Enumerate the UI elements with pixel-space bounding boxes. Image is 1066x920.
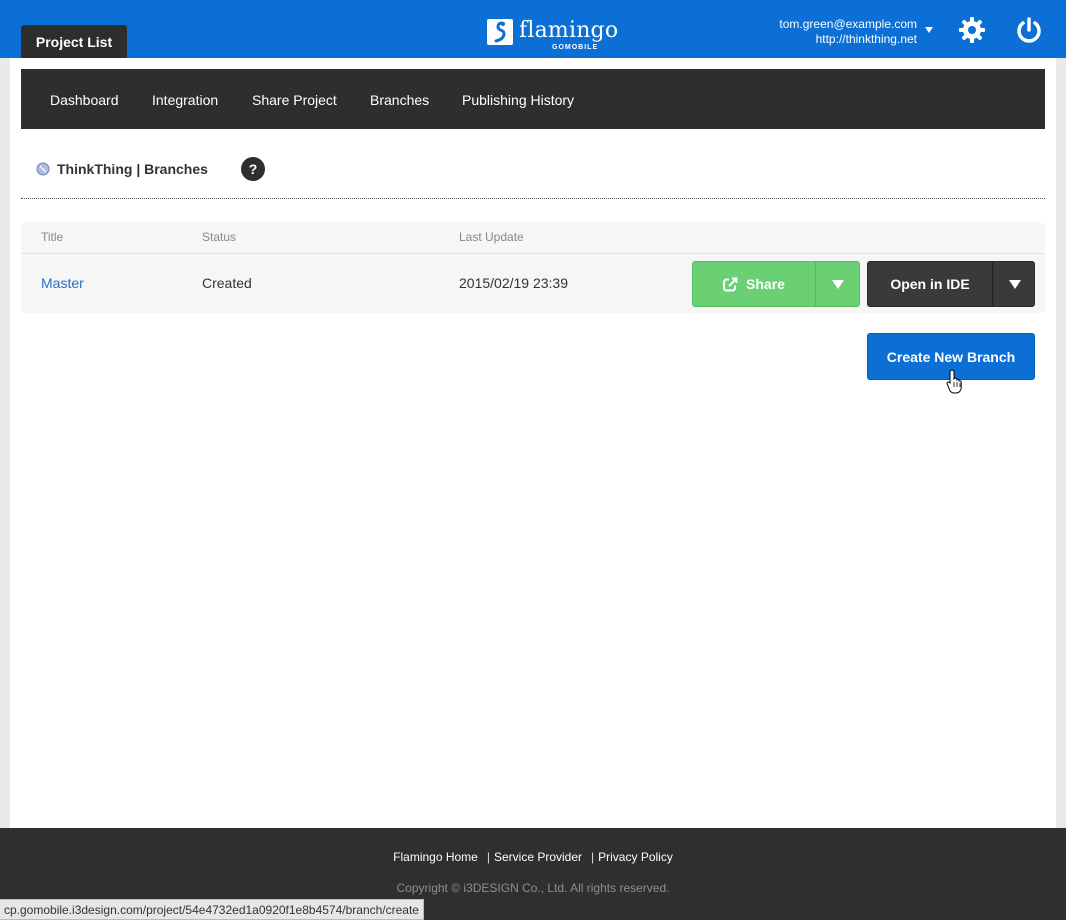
branch-title-link[interactable]: Master — [41, 275, 84, 291]
share-icon — [723, 277, 738, 291]
flamingo-logo[interactable]: flamingo GOMOBILE — [486, 14, 619, 56]
ide-dropdown-button[interactable] — [993, 262, 1036, 306]
subnav-dashboard[interactable]: Dashboard — [50, 69, 119, 129]
window-edge — [1056, 58, 1066, 828]
hand-cursor-icon — [946, 369, 962, 394]
account-menu[interactable]: tom.green@example.com http://thinkthing.… — [779, 17, 917, 47]
column-header-last-update[interactable]: Last Update — [459, 230, 524, 244]
open-in-ide-label: Open in IDE — [890, 276, 970, 292]
footer-separator: | — [486, 850, 490, 864]
table-header-divider — [21, 253, 1045, 254]
account-url: http://thinkthing.net — [815, 32, 917, 46]
power-icon — [1017, 17, 1041, 43]
logout-button[interactable] — [1015, 16, 1043, 44]
subnav-integration[interactable]: Integration — [152, 69, 218, 129]
column-header-title[interactable]: Title — [41, 230, 63, 244]
flamingo-logo-icon — [487, 19, 513, 45]
subnav-share-project[interactable]: Share Project — [252, 69, 337, 129]
gear-icon — [959, 17, 985, 43]
share-button[interactable]: Share — [693, 262, 815, 306]
caret-down-icon — [1008, 279, 1021, 289]
share-label: Share — [746, 276, 785, 292]
project-subnav: Dashboard Integration Share Project Bran… — [21, 69, 1045, 129]
footer-link-privacy-policy[interactable]: Privacy Policy — [598, 850, 673, 864]
footer-link-service-provider[interactable]: Service Provider — [494, 850, 582, 864]
browser-status-bar: cp.gomobile.i3design.com/project/54e4732… — [0, 899, 424, 920]
open-ide-button-group: Open in IDE — [867, 261, 1035, 307]
globe-icon — [36, 162, 50, 176]
page-title: ThinkThing | Branches — [57, 161, 208, 177]
copyright: Copyright © i3DESIGN Co., Ltd. All right… — [396, 881, 670, 895]
divider — [21, 198, 1045, 199]
settings-button[interactable] — [958, 16, 986, 44]
subnav-publishing-history[interactable]: Publishing History — [462, 69, 574, 129]
branch-last-update: 2015/02/19 23:39 — [459, 275, 568, 291]
branch-status: Created — [202, 275, 252, 291]
logo-wordmark: flamingo — [519, 18, 619, 43]
account-email: tom.green@example.com — [779, 17, 917, 31]
subnav-branches[interactable]: Branches — [370, 69, 429, 129]
help-button[interactable]: ? — [241, 157, 265, 181]
logo-subtitle: GOMOBILE — [552, 44, 599, 51]
footer-link-flamingo-home[interactable]: Flamingo Home — [393, 850, 478, 864]
breadcrumb: ThinkThing | Branches — [36, 160, 208, 178]
column-header-status[interactable]: Status — [202, 230, 236, 244]
open-in-ide-button[interactable]: Open in IDE — [868, 262, 992, 306]
share-dropdown-button[interactable] — [816, 262, 859, 306]
tab-project-list[interactable]: Project List — [21, 25, 127, 59]
footer-separator: | — [591, 850, 595, 864]
caret-down-icon — [831, 279, 844, 289]
share-button-group: Share — [692, 261, 860, 307]
footer-links: Flamingo Home | Service Provider | Privacy P… — [0, 850, 1066, 864]
caret-down-icon[interactable] — [925, 27, 933, 33]
